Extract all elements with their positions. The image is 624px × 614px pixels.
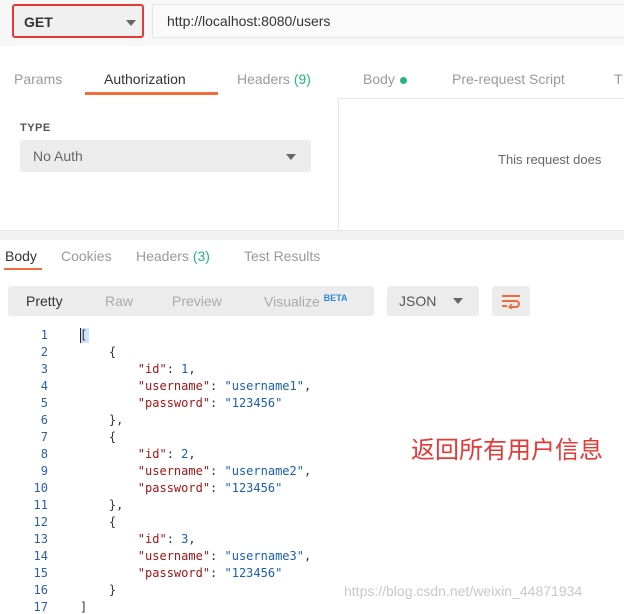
url-input[interactable]: http://localhost:8080/users xyxy=(152,4,624,38)
tab-headers-count: (9) xyxy=(293,71,311,87)
auth-type-value: No Auth xyxy=(33,148,83,164)
code-line: }, xyxy=(80,498,124,512)
code-line: { xyxy=(80,430,117,444)
line-number: 12 xyxy=(33,515,48,529)
line-number: 6 xyxy=(40,413,48,427)
response-tab-headers[interactable]: Headers (3) xyxy=(136,248,210,264)
visualize-label: Visualize xyxy=(264,293,320,310)
line-number: 7 xyxy=(40,430,48,444)
code-line: "password": "123456" xyxy=(137,481,283,495)
tab-prerequest-script[interactable]: Pre-request Script xyxy=(452,71,565,87)
line-number: 3 xyxy=(40,362,48,376)
auth-type-select[interactable]: No Auth xyxy=(20,140,311,172)
line-number: 11 xyxy=(33,498,48,512)
format-raw-button[interactable]: Raw xyxy=(105,293,133,309)
wrap-lines-icon xyxy=(502,295,520,309)
code-line: } xyxy=(80,583,117,597)
tab-body-label: Body xyxy=(363,71,395,87)
format-preview-button[interactable]: Preview xyxy=(172,293,222,309)
beta-badge: BETA xyxy=(323,293,348,303)
code-line: { xyxy=(80,345,117,359)
code-line: "id": 3, xyxy=(137,532,196,546)
auth-type-panel: TYPE No Auth xyxy=(0,98,339,230)
format-toggle-group: Pretty Raw Preview Visualize BETA xyxy=(8,286,374,316)
line-number: 10 xyxy=(33,481,48,495)
response-tab-headers-label: Headers xyxy=(136,248,189,264)
code-line: "id": 1, xyxy=(137,362,196,376)
url-text: http://localhost:8080/users xyxy=(167,13,331,29)
line-number: 8 xyxy=(40,447,48,461)
method-select[interactable]: GET xyxy=(12,4,144,38)
line-number: 2 xyxy=(40,345,48,359)
request-bar: GET http://localhost:8080/users xyxy=(0,0,624,46)
code-line: { xyxy=(80,515,117,529)
chevron-down-icon xyxy=(126,20,136,26)
code-line: "id": 2, xyxy=(137,447,196,461)
line-number: 1 xyxy=(40,328,48,342)
response-tab-cookies[interactable]: Cookies xyxy=(61,248,112,264)
chevron-down-icon xyxy=(453,298,463,304)
response-tab-indicator xyxy=(4,268,42,270)
line-number: 4 xyxy=(40,379,48,393)
watermark: https://blog.csdn.net/weixin_44871934 xyxy=(344,583,583,599)
status-dot-icon xyxy=(399,76,407,84)
response-tab-headers-count: (3) xyxy=(192,248,210,264)
auth-info-text: This request does xyxy=(498,152,602,167)
annotation-text: 返回所有用户信息 xyxy=(411,437,603,464)
auth-type-label: TYPE xyxy=(20,122,51,134)
method-label: GET xyxy=(24,14,53,30)
line-number: 16 xyxy=(33,583,48,597)
line-number: 5 xyxy=(40,396,48,410)
pane-divider[interactable] xyxy=(0,230,624,240)
language-value: JSON xyxy=(399,293,437,309)
text-cursor xyxy=(80,328,89,343)
line-number: 9 xyxy=(40,464,48,478)
response-tab-body[interactable]: Body xyxy=(5,248,37,264)
code-line: ] xyxy=(80,600,88,614)
line-number: 15 xyxy=(33,566,48,580)
wrap-lines-button[interactable] xyxy=(492,286,530,316)
code-line: "username": "username1", xyxy=(137,379,312,393)
line-number: 17 xyxy=(33,600,48,614)
format-pretty-button[interactable]: Pretty xyxy=(26,293,63,309)
code-line: "username": "username2", xyxy=(137,464,312,478)
tab-params[interactable]: Params xyxy=(14,71,62,87)
active-tab-indicator xyxy=(85,92,218,95)
code-line: }, xyxy=(80,413,124,427)
code-line: "password": "123456" xyxy=(137,396,283,410)
chevron-down-icon xyxy=(286,154,296,160)
tab-headers[interactable]: Headers (9) xyxy=(237,71,311,87)
line-number: 14 xyxy=(33,549,48,563)
format-visualize-button[interactable]: Visualize BETA xyxy=(264,293,348,310)
tab-tests[interactable]: T xyxy=(614,71,623,87)
code-line: "password": "123456" xyxy=(137,566,283,580)
tab-body[interactable]: Body xyxy=(363,71,407,87)
response-tab-test-results[interactable]: Test Results xyxy=(244,248,320,264)
language-select[interactable]: JSON xyxy=(387,286,479,316)
tab-headers-label: Headers xyxy=(237,71,290,87)
tab-authorization[interactable]: Authorization xyxy=(104,71,186,87)
code-line: "username": "username3", xyxy=(137,549,312,563)
line-number: 13 xyxy=(33,532,48,546)
